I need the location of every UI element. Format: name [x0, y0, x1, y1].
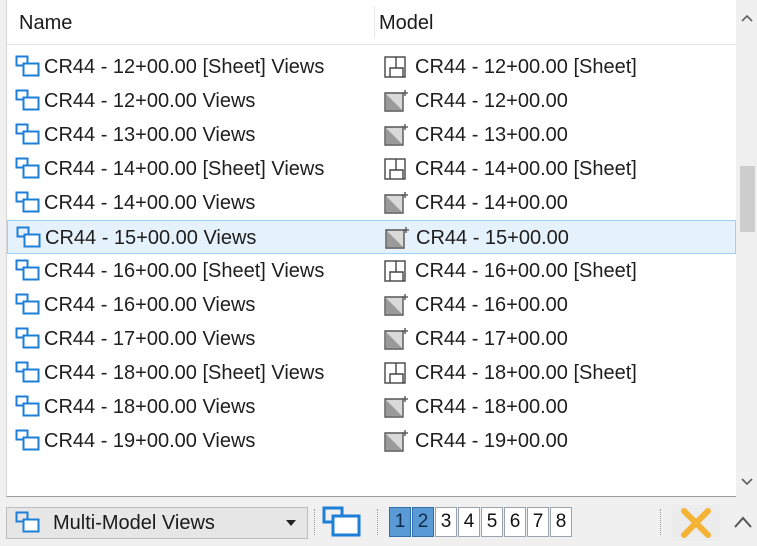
- saved-views-icon: [16, 226, 42, 250]
- list-row[interactable]: CR44 - 16+00.00 [Sheet] Views CR44 - 16+…: [7, 254, 736, 288]
- chevron-down-icon: [286, 520, 296, 526]
- saved-views-icon: [15, 123, 41, 147]
- row-model: CR44 - 16+00.00 [Sheet]: [415, 259, 637, 282]
- view-5-button[interactable]: 5: [481, 507, 503, 537]
- row-name: CR44 - 18+00.00 [Sheet] Views: [44, 361, 325, 384]
- row-name: CR44 - 17+00.00 Views: [44, 327, 256, 350]
- drawing-model-icon: [383, 89, 409, 113]
- view-4-button[interactable]: 4: [458, 507, 480, 537]
- drawing-model-icon: [383, 123, 409, 147]
- drawing-model-icon: [383, 293, 409, 317]
- saved-views-icon: [15, 327, 41, 351]
- views-list-panel: Name Model CR44 - 12+00.00 [Sheet] Views…: [6, 0, 736, 497]
- list-row-selected[interactable]: CR44 - 15+00.00 Views CR44 - 15+00.00: [7, 220, 736, 254]
- drawing-model-icon: [383, 395, 409, 419]
- row-model: CR44 - 16+00.00: [415, 293, 568, 316]
- list-row[interactable]: CR44 - 19+00.00 Views CR44 - 19+00.00: [7, 424, 736, 458]
- saved-views-icon: [15, 361, 41, 385]
- row-model: CR44 - 12+00.00 [Sheet]: [415, 55, 637, 78]
- bottom-toolbar: Multi-Model Views 1 2 3 4 5 6 7 8: [0, 497, 757, 546]
- list-row[interactable]: CR44 - 17+00.00 Views CR44 - 17+00.00: [7, 322, 736, 356]
- column-header-model[interactable]: Model: [379, 12, 433, 35]
- drawing-model-icon: [383, 429, 409, 453]
- row-model: CR44 - 19+00.00: [415, 429, 568, 452]
- multi-model-views-icon: [15, 511, 41, 535]
- row-name: CR44 - 19+00.00 Views: [44, 429, 256, 452]
- toolbar-separator: [377, 509, 380, 535]
- list-row[interactable]: CR44 - 16+00.00 Views CR44 - 16+00.00: [7, 288, 736, 322]
- views-list: CR44 - 12+00.00 [Sheet] Views CR44 - 12+…: [7, 50, 736, 458]
- clear-button[interactable]: [672, 505, 720, 541]
- row-model: CR44 - 13+00.00: [415, 123, 568, 146]
- row-model: CR44 - 15+00.00: [416, 226, 569, 249]
- row-name: CR44 - 18+00.00 Views: [44, 395, 256, 418]
- scrollbar-thumb[interactable]: [740, 166, 755, 232]
- sheet-model-icon: [383, 157, 409, 181]
- list-row[interactable]: CR44 - 12+00.00 [Sheet] Views CR44 - 12+…: [7, 50, 736, 84]
- saved-views-icon: [15, 191, 41, 215]
- scroll-up-icon[interactable]: [736, 8, 757, 28]
- view-1-button[interactable]: 1: [389, 507, 411, 537]
- view-6-button[interactable]: 6: [504, 507, 526, 537]
- mode-select-value: Multi-Model Views: [53, 511, 215, 534]
- row-name: CR44 - 14+00.00 Views: [44, 191, 256, 214]
- row-name: CR44 - 15+00.00 Views: [45, 226, 257, 249]
- saved-views-icon: [15, 429, 41, 453]
- row-name: CR44 - 16+00.00 [Sheet] Views: [44, 259, 325, 282]
- drawing-model-icon: [384, 226, 410, 250]
- sheet-model-icon: [383, 361, 409, 385]
- saved-views-icon: [15, 55, 41, 79]
- list-row[interactable]: CR44 - 13+00.00 Views CR44 - 13+00.00: [7, 118, 736, 152]
- saved-views-button[interactable]: [319, 505, 365, 539]
- view-3-button[interactable]: 3: [435, 507, 457, 537]
- saved-views-icon: [322, 506, 361, 537]
- clear-x-icon: [681, 508, 711, 538]
- row-model: CR44 - 14+00.00 [Sheet]: [415, 157, 637, 180]
- toolbar-overflow-icon[interactable]: [733, 515, 753, 529]
- toolbar-separator: [314, 509, 317, 535]
- mode-select[interactable]: Multi-Model Views: [6, 507, 308, 539]
- saved-views-icon: [15, 157, 41, 181]
- row-model: CR44 - 14+00.00: [415, 191, 568, 214]
- saved-views-icon: [15, 293, 41, 317]
- drawing-model-icon: [383, 191, 409, 215]
- scroll-down-icon[interactable]: [736, 472, 757, 492]
- row-name: CR44 - 12+00.00 [Sheet] Views: [44, 55, 325, 78]
- column-header-name[interactable]: Name: [19, 12, 72, 35]
- list-header: Name Model: [7, 0, 736, 45]
- row-name: CR44 - 13+00.00 Views: [44, 123, 256, 146]
- row-name: CR44 - 14+00.00 [Sheet] Views: [44, 157, 325, 180]
- sheet-model-icon: [383, 55, 409, 79]
- row-name: CR44 - 12+00.00 Views: [44, 89, 256, 112]
- list-row[interactable]: CR44 - 18+00.00 Views CR44 - 18+00.00: [7, 390, 736, 424]
- row-model: CR44 - 12+00.00: [415, 89, 568, 112]
- saved-views-icon: [15, 395, 41, 419]
- saved-views-icon: [15, 89, 41, 113]
- view-8-button[interactable]: 8: [550, 507, 572, 537]
- saved-views-icon: [15, 259, 41, 283]
- row-name: CR44 - 16+00.00 Views: [44, 293, 256, 316]
- view-7-button[interactable]: 7: [527, 507, 549, 537]
- drawing-model-icon: [383, 327, 409, 351]
- sheet-model-icon: [383, 259, 409, 283]
- list-row[interactable]: CR44 - 14+00.00 Views CR44 - 14+00.00: [7, 186, 736, 220]
- toolbar-separator: [660, 509, 663, 535]
- vertical-scrollbar[interactable]: [736, 0, 757, 496]
- list-row[interactable]: CR44 - 14+00.00 [Sheet] Views CR44 - 14+…: [7, 152, 736, 186]
- view-2-button[interactable]: 2: [412, 507, 434, 537]
- list-row[interactable]: CR44 - 18+00.00 [Sheet] Views CR44 - 18+…: [7, 356, 736, 390]
- list-row[interactable]: CR44 - 12+00.00 Views CR44 - 12+00.00: [7, 84, 736, 118]
- view-number-buttons: 1 2 3 4 5 6 7 8: [389, 507, 573, 537]
- row-model: CR44 - 18+00.00 [Sheet]: [415, 361, 637, 384]
- row-model: CR44 - 17+00.00: [415, 327, 568, 350]
- row-model: CR44 - 18+00.00: [415, 395, 568, 418]
- column-divider[interactable]: [374, 6, 375, 38]
